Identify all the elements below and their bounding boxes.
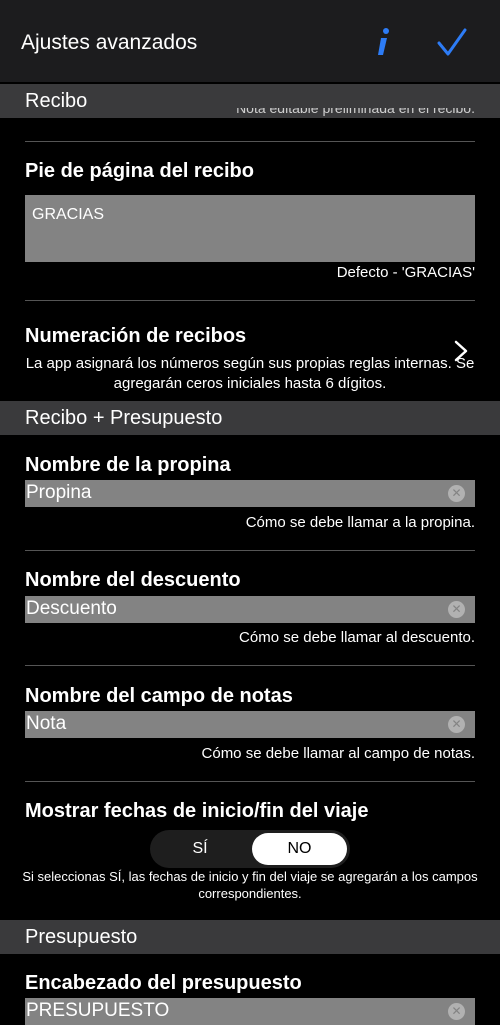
cut-off-hint: Nota editable preliminada en el recibo. bbox=[236, 108, 475, 116]
discount-name-input[interactable]: Descuento ✕ bbox=[25, 596, 475, 623]
discount-name-value: Descuento bbox=[26, 598, 117, 619]
quote-header-label: Encabezado del presupuesto bbox=[25, 972, 302, 994]
notes-field-name-value: Nota bbox=[26, 713, 67, 734]
quote-header-input[interactable]: PRESUPUESTO ✕ bbox=[25, 998, 475, 1025]
notes-field-name-label: Nombre del campo de notas bbox=[25, 685, 293, 707]
receipt-footer-hint: Defecto - 'GRACIAS' bbox=[336, 264, 475, 281]
divider bbox=[25, 781, 475, 782]
clear-icon[interactable]: ✕ bbox=[448, 601, 465, 618]
clear-icon[interactable]: ✕ bbox=[448, 716, 465, 733]
divider bbox=[25, 665, 475, 666]
clear-icon[interactable]: ✕ bbox=[448, 485, 465, 502]
nav-bar: Ajustes avanzados bbox=[0, 0, 500, 82]
receipt-numbering-hint: La app asignará los números según sus pr… bbox=[25, 355, 475, 392]
toggle-option-no[interactable]: NO bbox=[252, 833, 347, 865]
tip-name-input[interactable]: Propina ✕ bbox=[25, 480, 475, 507]
trip-dates-hint: Si seleccionas SÍ, las fechas de inicio … bbox=[22, 869, 478, 901]
section-header-presupuesto: Presupuesto bbox=[0, 920, 500, 954]
section-header-recibo-presupuesto: Recibo + Presupuesto bbox=[0, 401, 500, 435]
receipt-numbering-label: Numeración de recibos bbox=[25, 325, 247, 347]
receipt-footer-textarea[interactable]: GRACIAS bbox=[25, 195, 475, 262]
info-icon[interactable] bbox=[372, 25, 396, 59]
trip-dates-toggle[interactable]: SÍ NO bbox=[150, 830, 350, 868]
toggle-option-yes[interactable]: SÍ bbox=[150, 830, 250, 868]
clear-icon[interactable]: ✕ bbox=[448, 1003, 465, 1020]
tip-name-label: Nombre de la propina bbox=[25, 454, 231, 476]
checkmark-icon[interactable] bbox=[436, 27, 468, 59]
divider bbox=[25, 141, 475, 142]
quote-header-value: PRESUPUESTO bbox=[26, 1000, 170, 1021]
receipt-footer-label: Pie de página del recibo bbox=[25, 160, 254, 182]
chevron-right-icon bbox=[454, 340, 468, 362]
notes-field-name-hint: Cómo se debe llamar al campo de notas. bbox=[201, 745, 475, 762]
discount-name-hint: Cómo se debe llamar al descuento. bbox=[239, 629, 475, 646]
notes-field-name-input[interactable]: Nota ✕ bbox=[25, 711, 475, 738]
trip-dates-label: Mostrar fechas de inicio/fin del viaje bbox=[25, 800, 369, 822]
divider bbox=[25, 550, 475, 551]
tip-name-hint: Cómo se debe llamar a la propina. bbox=[245, 514, 475, 531]
divider bbox=[25, 300, 475, 301]
tip-name-value: Propina bbox=[26, 482, 92, 503]
discount-name-label: Nombre del descuento bbox=[25, 569, 241, 591]
page-title: Ajustes avanzados bbox=[21, 31, 198, 54]
